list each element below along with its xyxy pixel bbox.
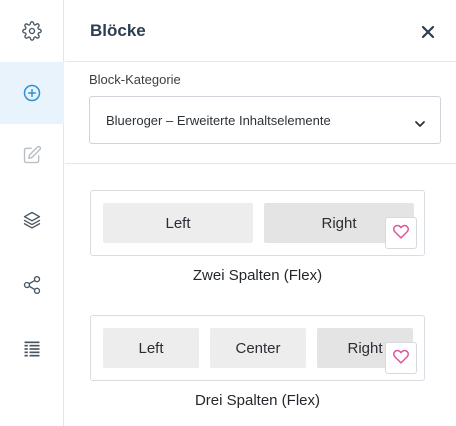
edit-icon — [22, 145, 42, 165]
category-select-value: Blueroger – Erweiterte Inhaltselemente — [106, 113, 331, 128]
sidebar-item-layers[interactable] — [0, 189, 64, 251]
favorite-button[interactable] — [385, 342, 417, 374]
plus-circle-icon — [22, 83, 42, 103]
list-icon — [22, 339, 42, 359]
layers-icon — [22, 210, 42, 230]
preview-cell-center: Center — [210, 328, 306, 368]
preview-cell-left: Left — [103, 328, 199, 368]
sidebar-item-share[interactable] — [0, 254, 64, 316]
favorite-button[interactable] — [385, 217, 417, 249]
block-preview: Left Right — [90, 190, 425, 256]
sidebar-item-list[interactable] — [0, 318, 64, 380]
block-caption: Zwei Spalten (Flex) — [192, 267, 323, 284]
block-caption: Drei Spalten (Flex) — [194, 392, 321, 409]
blocks-panel: Blöcke Block-Kategorie Blueroger – Erwei… — [65, 0, 456, 426]
heart-icon — [392, 223, 410, 244]
close-button[interactable] — [420, 24, 436, 40]
share-icon — [22, 275, 42, 295]
category-label: Block-Kategorie — [89, 72, 181, 87]
gear-icon — [22, 21, 42, 41]
block-card-two-columns[interactable]: Left Right Zwei Spalten (Flex) — [90, 190, 425, 284]
panel-header: Blöcke — [65, 0, 456, 62]
category-select[interactable]: Blueroger – Erweiterte Inhaltselemente — [89, 96, 441, 144]
sidebar-item-settings[interactable] — [0, 0, 64, 62]
block-card-three-columns[interactable]: Left Center Right Drei Spalten (Flex) — [90, 315, 425, 409]
chevron-down-icon — [414, 116, 426, 134]
divider — [65, 163, 456, 164]
heart-icon — [392, 348, 410, 369]
sidebar-item-edit[interactable] — [0, 124, 64, 186]
panel-title: Blöcke — [90, 21, 146, 40]
close-icon — [420, 25, 436, 44]
sidebar-item-add-block[interactable] — [0, 62, 64, 124]
block-preview: Left Center Right — [90, 315, 425, 381]
sidebar-rail — [0, 0, 64, 426]
preview-cell-left: Left — [103, 203, 253, 243]
